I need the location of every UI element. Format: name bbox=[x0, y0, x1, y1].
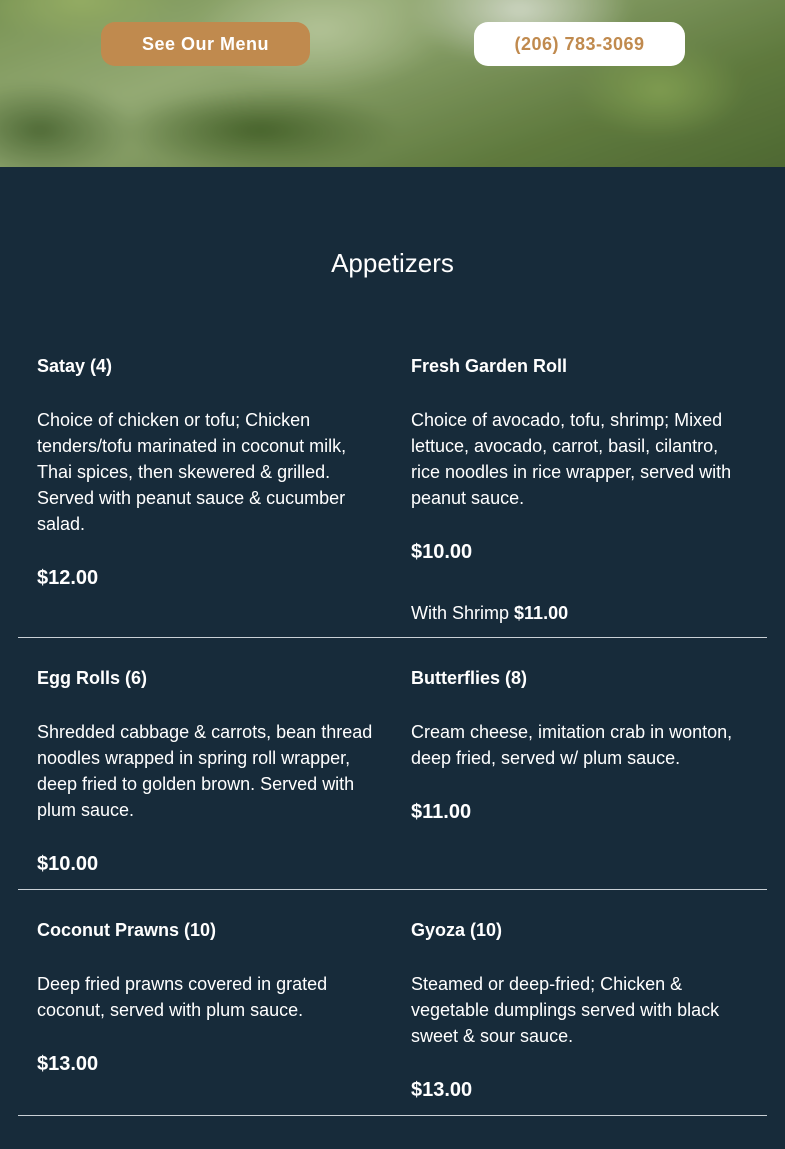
item-description: Choice of avocado, tofu, shrimp; Mixed l… bbox=[411, 410, 732, 508]
item-name: Egg Rolls (6) bbox=[37, 668, 148, 688]
row-divider bbox=[18, 889, 767, 890]
menu-item-satay: Satay (4) Choice of chicken or tofu; Chi… bbox=[37, 353, 377, 591]
item-description: Choice of chicken or tofu; Chicken tende… bbox=[37, 410, 347, 534]
menu-item-gyoza: Gyoza (10) Steamed or deep-fried; Chicke… bbox=[411, 917, 751, 1103]
section-title: Appetizers bbox=[331, 248, 454, 278]
row-divider bbox=[18, 637, 767, 638]
item-option-price: $11.00 bbox=[514, 603, 569, 623]
item-name: Gyoza (10) bbox=[411, 920, 503, 940]
item-name: Coconut Prawns (10) bbox=[37, 920, 217, 940]
menu-item-egg-rolls: Egg Rolls (6) Shredded cabbage & carrots… bbox=[37, 665, 377, 877]
item-price: $10.00 bbox=[37, 853, 99, 875]
row-divider bbox=[18, 1115, 767, 1116]
item-option-label: With Shrimp bbox=[411, 603, 510, 623]
see-menu-button[interactable]: See Our Menu bbox=[101, 22, 310, 66]
menu-item-coconut-prawns: Coconut Prawns (10) Deep fried prawns co… bbox=[37, 917, 377, 1077]
hero-banner: See Our Menu (206) 783-3069 bbox=[0, 0, 785, 167]
item-price: $11.00 bbox=[411, 801, 472, 823]
item-description: Steamed or deep-fried; Chicken & vegetab… bbox=[411, 974, 720, 1046]
item-option: With Shrimp $11.00 bbox=[411, 600, 751, 626]
item-description: Shredded cabbage & carrots, bean thread … bbox=[37, 722, 373, 820]
item-name: Satay (4) bbox=[37, 356, 113, 376]
item-name: Butterflies (8) bbox=[411, 668, 528, 688]
item-price: $13.00 bbox=[411, 1079, 473, 1101]
item-name: Fresh Garden Roll bbox=[411, 356, 568, 376]
phone-button[interactable]: (206) 783-3069 bbox=[474, 22, 685, 66]
item-description: Deep fried prawns covered in grated coco… bbox=[37, 974, 328, 1020]
item-price: $13.00 bbox=[37, 1053, 99, 1075]
item-price: $12.00 bbox=[37, 567, 99, 589]
menu-item-fresh-garden-roll: Fresh Garden Roll Choice of avocado, tof… bbox=[411, 353, 751, 626]
menu-item-butterflies: Butterflies (8) Cream cheese, imitation … bbox=[411, 665, 751, 825]
item-description: Cream cheese, imitation crab in wonton, … bbox=[411, 722, 733, 768]
item-price: $10.00 bbox=[411, 541, 473, 563]
